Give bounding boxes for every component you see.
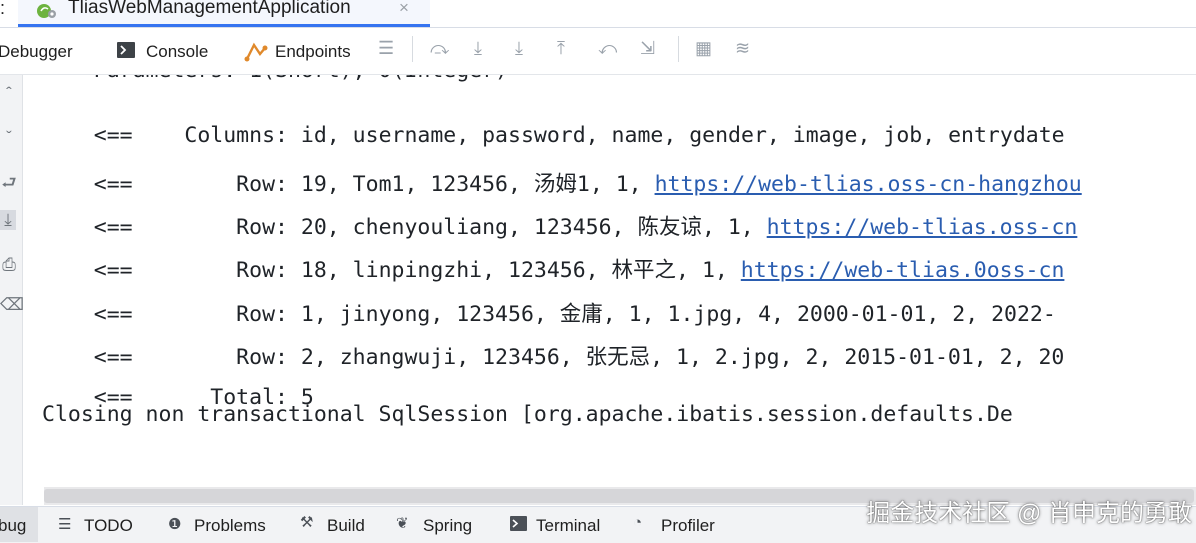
tab-endpoints[interactable]: Endpoints [275, 42, 351, 62]
tool-tab-profiler[interactable]: Profiler [661, 516, 715, 536]
force-step-into-icon[interactable]: ⤓ [515, 38, 523, 59]
tool-tab-todo[interactable]: TODO [84, 516, 133, 536]
step-out-icon[interactable]: ⤒ [557, 38, 565, 59]
tab-strip-prefix: : [0, 0, 6, 18]
tab-console[interactable]: Console [146, 42, 208, 62]
step-over-icon[interactable]: ⤼ [430, 38, 449, 59]
profiler-icon: ◔ [633, 514, 643, 531]
spring-boot-app-icon [37, 4, 56, 18]
watermark: 掘金技术社区 @ 肖申克的勇敢 [866, 500, 1192, 527]
endpoints-icon [244, 42, 268, 62]
menu-lines-icon[interactable]: ☰ [378, 38, 394, 59]
terminal-icon [510, 516, 527, 531]
toolbar-separator [678, 36, 679, 62]
run-to-cursor-icon[interactable]: ⇲ [640, 38, 655, 59]
run-tab-active-indicator [18, 24, 430, 27]
tool-tab-spring[interactable]: Spring [423, 516, 472, 536]
drop-frame-icon[interactable]: ⤺ [598, 38, 617, 59]
tab-debugger[interactable]: Debugger [0, 42, 73, 62]
close-tab-icon[interactable]: × [399, 0, 409, 18]
run-tab-title: TliasWebManagementApplication [68, 0, 351, 18]
scroll-to-end-icon[interactable]: ⤓ [0, 210, 16, 230]
spring-leaf-icon: ❦ [396, 515, 409, 532]
console-line-closing: Closing non transactional SqlSession [or… [42, 402, 1013, 427]
down-arrow-icon[interactable]: ˇ [0, 128, 18, 148]
tool-tab-debug[interactable]: bug [0, 516, 26, 536]
build-hammer-icon: ⚒ [300, 514, 314, 531]
todo-list-icon: ☰ [58, 516, 72, 533]
clear-all-icon[interactable]: ⌫ [0, 295, 24, 315]
up-arrow-icon[interactable]: ˆ [0, 84, 18, 104]
tool-tab-terminal[interactable]: Terminal [536, 516, 600, 536]
tool-tab-problems[interactable]: Problems [194, 516, 266, 536]
problems-icon: ❶ [168, 516, 182, 533]
console-line-partial: Parameters: 1(Short), 0(Integer) [42, 75, 508, 83]
evaluate-expression-icon[interactable]: ▦ [695, 38, 712, 59]
toolbar-separator [412, 36, 413, 62]
trace-settings-icon[interactable]: ≋ [735, 38, 750, 59]
console-icon [117, 42, 135, 58]
console-output[interactable]: Parameters: 1(Short), 0(Integer) <== Col… [23, 75, 1196, 485]
tool-tab-build[interactable]: Build [327, 516, 365, 536]
print-icon[interactable]: ⎙ [0, 255, 18, 275]
step-into-icon[interactable]: ⤓ [474, 38, 482, 59]
soft-wrap-icon[interactable]: ⮐ [0, 170, 18, 199]
